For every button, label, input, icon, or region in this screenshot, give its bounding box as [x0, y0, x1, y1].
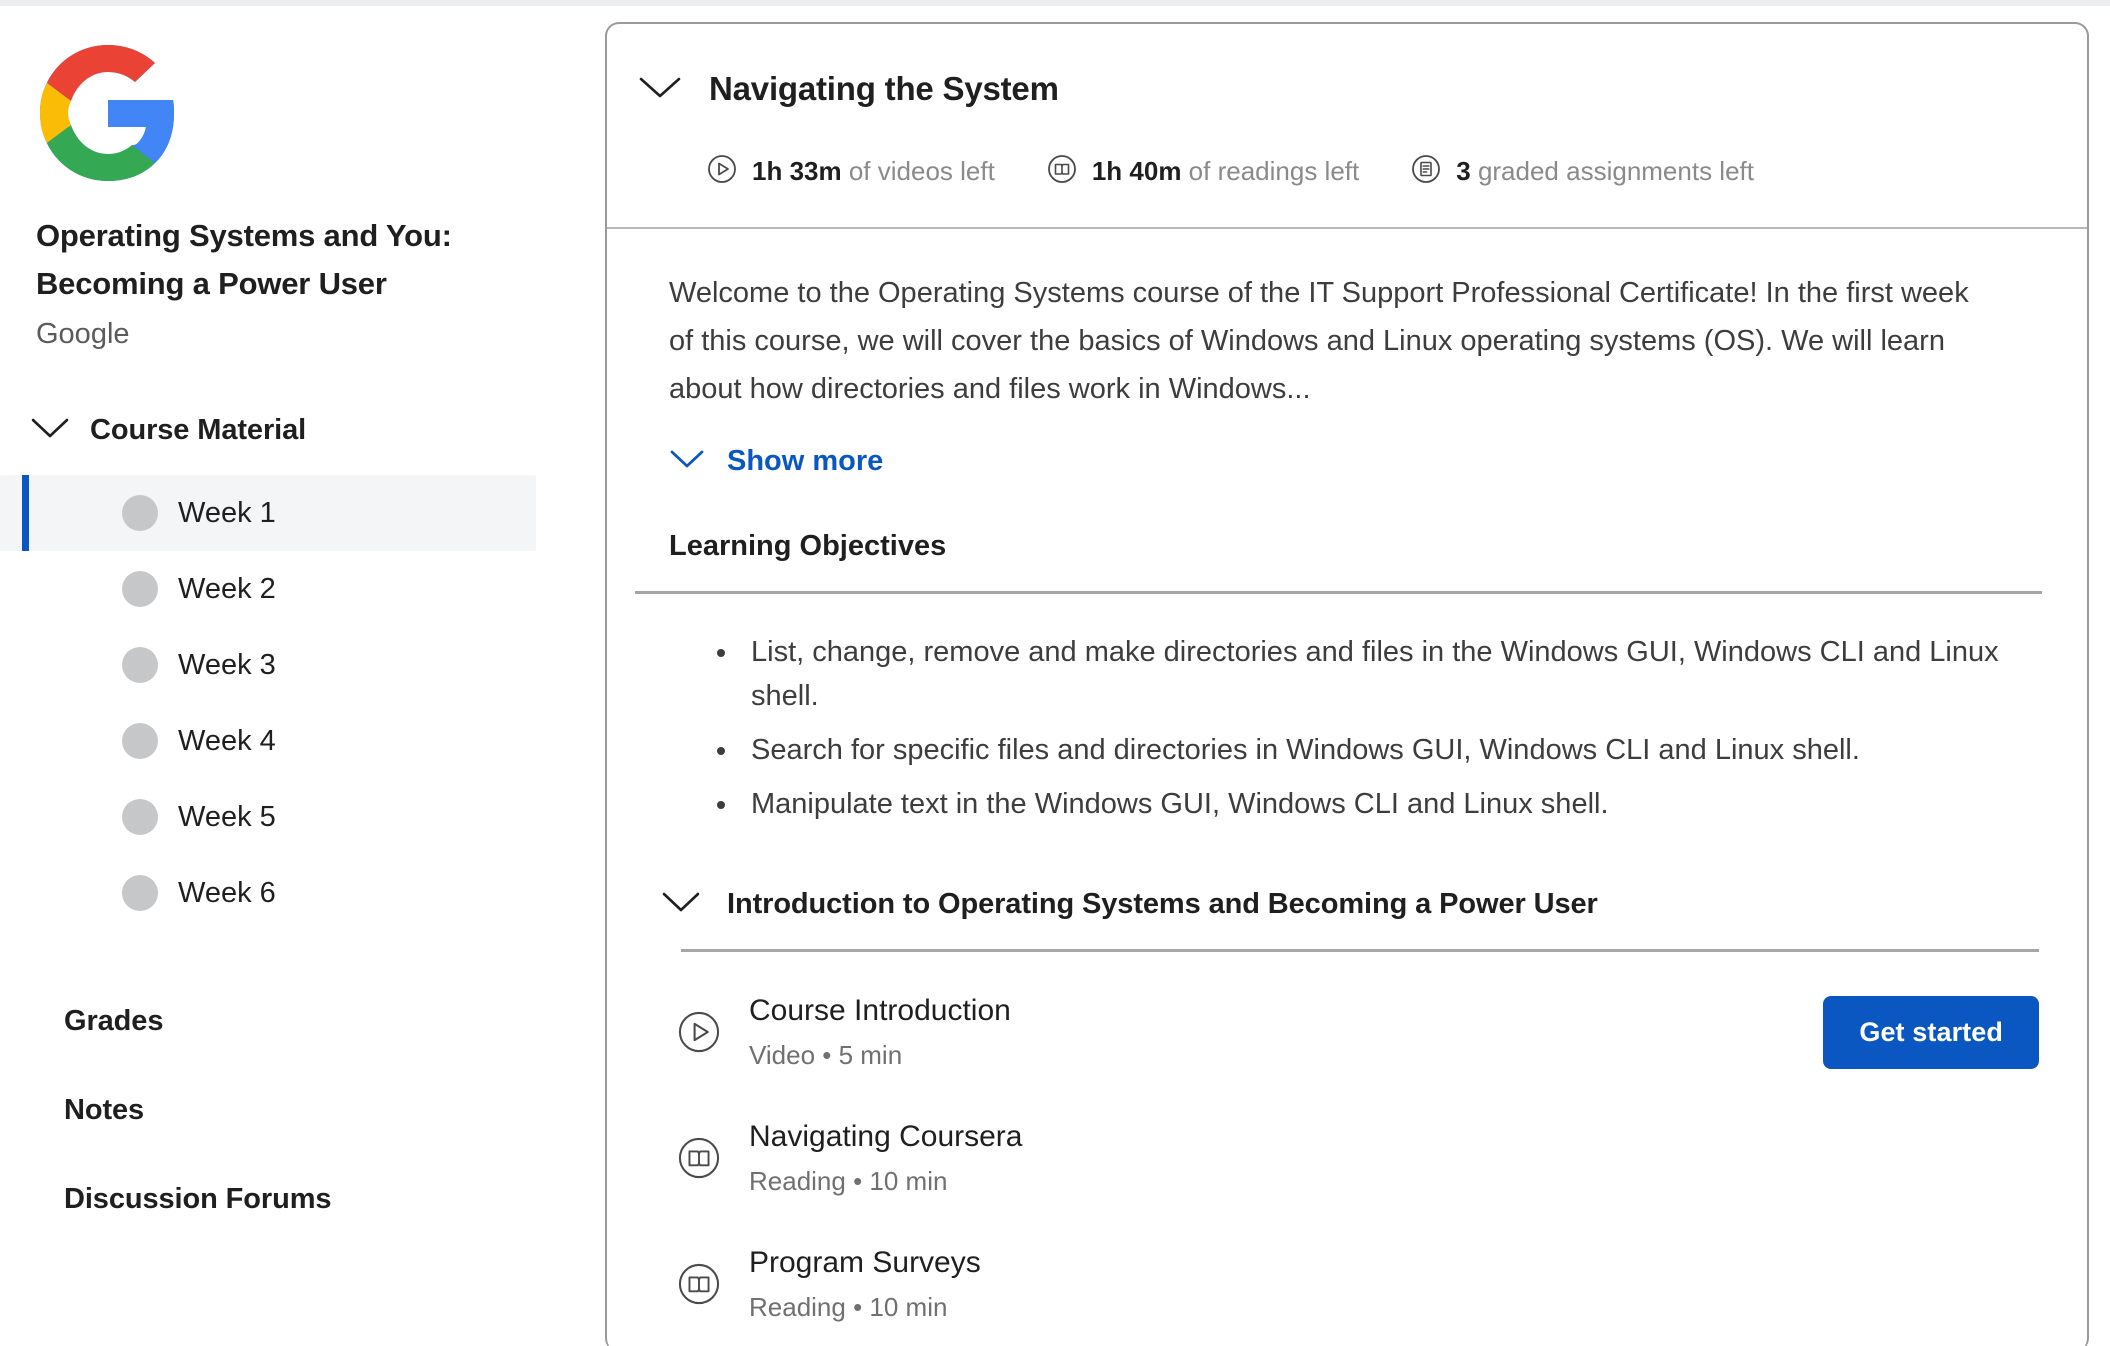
play-circle-icon: [707, 154, 737, 189]
lesson-meta: Reading • 10 min: [749, 1292, 948, 1322]
sidebar-item-week-4[interactable]: Week 4: [0, 703, 536, 779]
course-title: Operating Systems and You: Becoming a Po…: [36, 212, 456, 308]
lesson-name: Course Introduction: [749, 994, 1011, 1027]
show-more-button[interactable]: Show more: [669, 445, 883, 478]
week-status-dot: [122, 799, 158, 835]
lesson-item-navigating-coursera[interactable]: Navigating Coursera Reading • 10 min: [677, 1112, 2039, 1204]
week-label: Week 5: [178, 800, 276, 833]
stat-videos-text: 1h 33m of videos left: [752, 156, 995, 187]
week-status-dot: [122, 647, 158, 683]
chevron-down-icon: [661, 890, 701, 919]
week-stats: 1h 33m of videos left 1h 40m of readings…: [607, 154, 2087, 189]
stat-assignments-value: 3: [1456, 156, 1471, 186]
course-title-line1: Operating Systems and You:: [36, 218, 452, 253]
stat-videos-value: 1h 33m: [752, 156, 842, 186]
lesson-item-course-introduction[interactable]: Course Introduction Video • 5 min Get st…: [677, 986, 2039, 1078]
sidebar-item-week-5[interactable]: Week 5: [0, 779, 536, 855]
sidebar-item-week-6[interactable]: Week 6: [0, 855, 536, 931]
week-status-dot: [122, 875, 158, 911]
week-header-title-row[interactable]: Navigating the System: [607, 70, 2087, 108]
sidebar: Operating Systems and You: Becoming a Po…: [0, 6, 600, 1346]
course-material-label: Course Material: [90, 414, 307, 446]
sidebar-item-week-2[interactable]: Week 2: [0, 551, 536, 627]
get-started-button[interactable]: Get started: [1823, 995, 2039, 1069]
week-label: Week 2: [178, 572, 276, 605]
week-status-dot: [122, 495, 158, 531]
show-more-label: Show more: [727, 445, 884, 477]
course-page: Operating Systems and You: Becoming a Po…: [0, 0, 2110, 1346]
sidebar-item-discussion-forums[interactable]: Discussion Forums: [64, 1183, 600, 1216]
week-description: Welcome to the Operating Systems course …: [669, 277, 1969, 405]
chevron-down-icon: [30, 416, 70, 445]
stat-videos-label: of videos left: [848, 156, 995, 186]
stat-readings-left: 1h 40m of readings left: [1047, 154, 1359, 189]
stat-assignments-left: 3 graded assignments left: [1411, 154, 1754, 189]
week-body: Welcome to the Operating Systems course …: [607, 269, 2087, 1330]
lesson-name: Navigating Coursera: [749, 1120, 1023, 1153]
book-circle-icon: [1047, 154, 1077, 189]
objective-item: Search for specific files and directorie…: [715, 728, 2017, 772]
lesson-section-title: Introduction to Operating Systems and Be…: [727, 888, 1598, 920]
stat-assignments-label: graded assignments left: [1477, 156, 1754, 186]
main-content-card: Navigating the System 1h 33m of videos l…: [605, 22, 2089, 1346]
sidebar-item-grades[interactable]: Grades: [64, 1005, 600, 1038]
week-list: Week 1 Week 2 Week 3 Week 4 Week 5 Week …: [0, 475, 560, 931]
assignment-circle-icon: [1411, 154, 1441, 189]
week-label: Week 1: [178, 496, 276, 529]
lesson-text: Navigating Coursera Reading • 10 min: [749, 1116, 2039, 1200]
week-status-dot: [122, 571, 158, 607]
week-label: Week 3: [178, 648, 276, 681]
week-header: Navigating the System 1h 33m of videos l…: [607, 24, 2087, 229]
book-circle-icon: [677, 1136, 721, 1180]
lesson-text: Program Surveys Reading • 10 min: [749, 1242, 2039, 1326]
objective-item: Manipulate text in the Windows GUI, Wind…: [715, 782, 2017, 826]
book-circle-icon: [677, 1262, 721, 1306]
learning-objectives-title: Learning Objectives: [669, 530, 947, 562]
lesson-section-divider: [681, 949, 2039, 952]
week-label: Week 6: [178, 876, 276, 909]
stat-readings-value: 1h 40m: [1091, 156, 1182, 186]
lesson-meta: Video • 5 min: [749, 1040, 903, 1070]
objective-item: List, change, remove and make directorie…: [715, 630, 2017, 718]
lesson-item-program-surveys[interactable]: Program Surveys Reading • 10 min: [677, 1238, 2039, 1330]
google-logo: [38, 42, 178, 184]
sidebar-item-week-3[interactable]: Week 3: [0, 627, 536, 703]
sidebar-item-notes[interactable]: Notes: [64, 1094, 600, 1127]
course-material-header[interactable]: Course Material: [30, 414, 600, 447]
sidebar-item-week-1[interactable]: Week 1: [0, 475, 536, 551]
stat-readings-label: of readings left: [1188, 156, 1360, 186]
week-status-dot: [122, 723, 158, 759]
course-provider: Google: [36, 318, 130, 350]
stat-assignments-text: 3 graded assignments left: [1456, 156, 1754, 187]
stat-readings-text: 1h 40m of readings left: [1092, 156, 1359, 187]
chevron-down-icon: [669, 445, 705, 478]
stat-videos-left: 1h 33m of videos left: [707, 154, 995, 189]
week-label: Week 4: [178, 724, 276, 757]
lesson-text: Course Introduction Video • 5 min: [749, 990, 1823, 1074]
lesson-name: Program Surveys: [749, 1246, 981, 1279]
lesson-section-header[interactable]: Introduction to Operating Systems and Be…: [661, 888, 2087, 921]
learning-objectives-list: List, change, remove and make directorie…: [715, 630, 2017, 826]
page-title: Navigating the System: [709, 70, 1059, 107]
chevron-down-icon: [637, 74, 683, 105]
course-title-line2: Becoming a Power User: [36, 266, 387, 301]
objectives-divider: [635, 591, 2042, 594]
play-circle-icon: [677, 1010, 721, 1054]
lesson-meta: Reading • 10 min: [749, 1166, 948, 1196]
